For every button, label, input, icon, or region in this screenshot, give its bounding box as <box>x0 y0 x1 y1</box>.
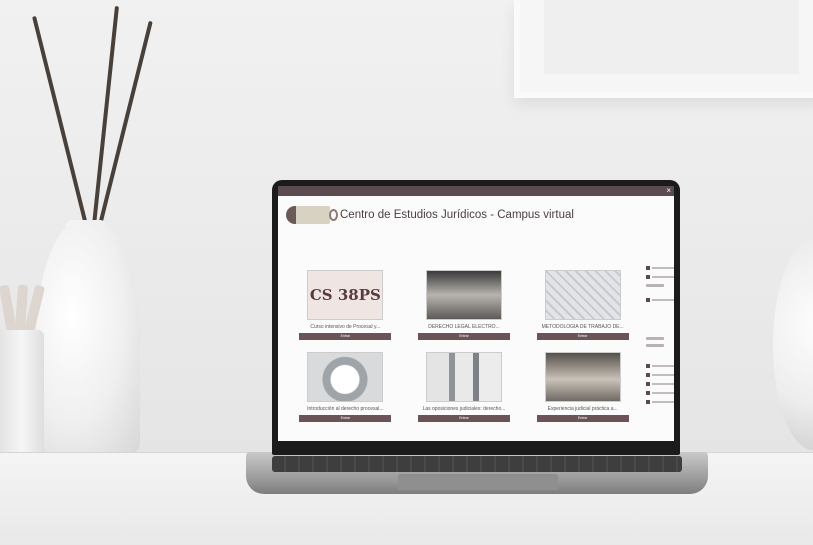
laptop-trackpad <box>398 474 558 490</box>
thumbnail-text: CS 38PS <box>309 286 381 304</box>
bullet-icon <box>646 400 650 404</box>
course-title[interactable]: Experiencia judicial práctica a... <box>533 406 633 412</box>
sidebar-item-label <box>652 365 674 367</box>
course-thumbnail[interactable] <box>544 352 621 402</box>
course-title[interactable]: METODOLOGÍA DE TRABAJO DE... <box>533 324 633 330</box>
bullet-icon <box>646 373 650 377</box>
laptop-keyboard <box>272 456 682 472</box>
sidebar-item[interactable] <box>646 399 674 405</box>
course-card[interactable]: METODOLOGÍA DE TRABAJO DE... Entrar <box>523 270 642 340</box>
course-card[interactable]: Experiencia judicial práctica a... Entra… <box>523 352 642 422</box>
sidebar-text-line <box>646 284 664 287</box>
sidebar-item-label <box>652 276 674 278</box>
calendar-icon <box>646 298 650 302</box>
close-icon[interactable]: × <box>666 186 671 196</box>
sidebar-item[interactable] <box>646 265 674 271</box>
course-thumbnail[interactable] <box>544 270 621 320</box>
sidebar-item-label <box>652 374 674 376</box>
sidebar-item-label <box>652 401 674 403</box>
site-logo[interactable] <box>286 206 338 224</box>
sidebar-item[interactable] <box>646 381 674 387</box>
bullet-icon <box>646 266 650 270</box>
enter-course-button[interactable]: Entrar <box>299 415 392 422</box>
bullet-icon <box>646 364 650 368</box>
site-title: Centro de Estudios Jurídicos - Campus vi… <box>340 209 574 221</box>
course-thumbnail[interactable] <box>307 352 384 402</box>
photo-scene: × Centro de Estudios Jurídicos - Campus … <box>0 0 813 545</box>
course-thumbnail[interactable] <box>425 270 502 320</box>
course-title[interactable]: Curso intensivo de Procesal y... <box>295 324 395 330</box>
sidebar-item-label <box>652 383 674 385</box>
wall-picture-frame <box>514 0 813 98</box>
bullet-icon <box>646 382 650 386</box>
sidebar-item[interactable] <box>646 274 674 280</box>
course-title[interactable]: Las oposiciones judiciales: derecho... <box>414 406 514 412</box>
course-thumbnail[interactable] <box>425 352 502 402</box>
site-header: Centro de Estudios Jurídicos - Campus vi… <box>278 196 674 228</box>
sidebar-item-label <box>652 299 674 301</box>
sidebar-item[interactable] <box>646 297 674 303</box>
course-card[interactable]: DERECHO LEGAL ELECTRÓ... Entrar <box>405 270 524 340</box>
course-title[interactable]: Introducción al derecho procesal... <box>295 406 395 412</box>
course-grid: CS 38PS Curso intensivo de Procesal y...… <box>286 270 642 422</box>
pencil-cup <box>0 330 44 458</box>
campus-website: × Centro de Estudios Jurídicos - Campus … <box>278 186 674 441</box>
course-card[interactable]: Las oposiciones judiciales: derecho... E… <box>405 352 524 422</box>
sidebar-text-line <box>646 337 664 340</box>
dried-branch <box>32 15 88 226</box>
site-sidebar <box>646 262 674 408</box>
enter-course-button[interactable]: Entrar <box>536 415 629 422</box>
course-card[interactable]: CS 38PS Curso intensivo de Procesal y...… <box>286 270 405 340</box>
enter-course-button[interactable]: Entrar <box>536 333 629 340</box>
enter-course-button[interactable]: Entrar <box>417 415 510 422</box>
bullet-icon <box>646 391 650 395</box>
sidebar-item-label <box>652 392 674 394</box>
course-title[interactable]: DERECHO LEGAL ELECTRÓ... <box>414 324 514 330</box>
decorative-ball <box>773 240 813 450</box>
sidebar-item[interactable] <box>646 363 674 369</box>
sidebar-item[interactable] <box>646 390 674 396</box>
site-top-bar: × <box>278 186 674 196</box>
sidebar-item-label <box>652 267 674 269</box>
enter-course-button[interactable]: Entrar <box>417 333 510 340</box>
white-vase <box>36 220 140 456</box>
course-card[interactable]: Introducción al derecho procesal... Entr… <box>286 352 405 422</box>
bullet-icon <box>646 275 650 279</box>
enter-course-button[interactable]: Entrar <box>299 333 392 340</box>
picture-frame-mat <box>544 0 799 74</box>
laptop-screen: × Centro de Estudios Jurídicos - Campus … <box>272 180 680 455</box>
sidebar-item[interactable] <box>646 372 674 378</box>
sidebar-text-line <box>646 344 664 347</box>
course-thumbnail[interactable]: CS 38PS <box>307 270 384 320</box>
